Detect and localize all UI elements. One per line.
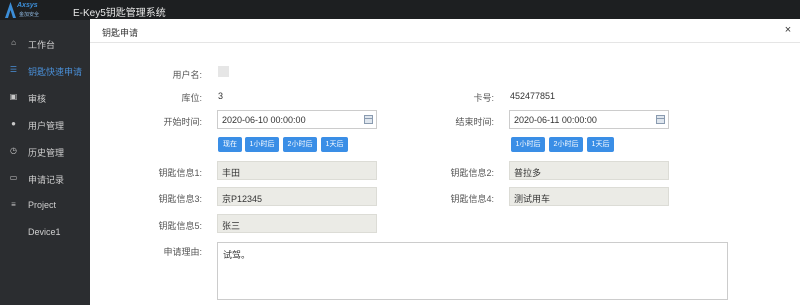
dialog-title: 钥匙申请: [102, 28, 139, 38]
close-icon[interactable]: ×: [781, 23, 795, 37]
location-label: 库位:: [181, 93, 202, 103]
menu-icon: ≡: [11, 200, 16, 209]
end-time-label: 结束时间:: [455, 117, 494, 127]
key-info-4-field: 测试用车: [509, 187, 669, 206]
key-apply-dialog: 钥匙申请 × 用户名: 库位: 3 卡号: 452477851 开始时间: 20…: [90, 19, 800, 305]
reason-textarea[interactable]: 试驾。: [217, 242, 728, 300]
sidebar-item-audit[interactable]: ▣ 审核: [0, 84, 90, 110]
location-value: 3: [218, 91, 224, 101]
record-icon: ▭: [9, 173, 18, 182]
key-info-3-value: 京P12345: [222, 194, 263, 204]
end-time-value: 2020-06-11 00:00:00: [514, 115, 597, 125]
key-info-5-value: 张三: [222, 221, 241, 231]
logo-icon: [5, 2, 16, 18]
key-info-4-label: 钥匙信息4:: [450, 194, 494, 204]
end-one-hour-later-button[interactable]: 1小时后: [511, 137, 545, 152]
end-one-day-later-button[interactable]: 1天后: [587, 137, 614, 152]
key-info-1-label: 钥匙信息1:: [158, 168, 202, 178]
one-hour-later-button[interactable]: 1小时后: [245, 137, 279, 152]
key-info-5-field: 张三: [217, 214, 377, 233]
sidebar-item-label: Project: [28, 200, 57, 210]
calendar-icon[interactable]: [364, 115, 373, 124]
sidebar-item-workbench[interactable]: ⌂ 工作台: [0, 30, 90, 56]
calendar-icon[interactable]: [656, 115, 665, 124]
sidebar-item-records[interactable]: ▭ 申请记录: [0, 165, 90, 191]
list-icon: ☰: [9, 65, 18, 74]
key-info-2-field: 普拉多: [509, 161, 669, 180]
username-label: 用户名:: [172, 70, 202, 80]
end-time-input[interactable]: 2020-06-11 00:00:00: [509, 110, 669, 129]
sidebar-item-label: Device1: [28, 227, 61, 237]
two-hours-later-button[interactable]: 2小时后: [283, 137, 317, 152]
start-time-value: 2020-06-10 00:00:00: [222, 115, 306, 125]
sidebar-item-label: 申请记录: [28, 175, 65, 185]
sidebar-item-users[interactable]: ● 用户管理: [0, 111, 90, 137]
sidebar-item-label: 钥匙快速申请: [28, 67, 83, 77]
reason-label: 申请理由:: [163, 247, 202, 257]
sidebar-item-label: 审核: [28, 94, 47, 104]
users-icon: ●: [11, 119, 16, 128]
sidebar-item-history[interactable]: ◷ 历史管理: [0, 138, 90, 164]
app-title: E-Key5钥匙管理系统: [73, 8, 166, 19]
logo-subtext: 金加安全: [19, 12, 40, 18]
key-info-3-field: 京P12345: [217, 187, 377, 206]
history-icon: ◷: [10, 146, 17, 155]
logo: Axsys 金加安全: [5, 1, 45, 19]
card-value: 452477851: [510, 91, 556, 101]
dialog-header: 钥匙申请 ×: [90, 19, 800, 43]
key-info-4-value: 测试用车: [514, 194, 551, 204]
key-info-3-label: 钥匙信息3:: [158, 194, 202, 204]
logo-text: Axsys: [17, 2, 38, 9]
key-info-5-label: 钥匙信息5:: [158, 221, 202, 231]
home-icon: ⌂: [11, 38, 16, 47]
username-value: [218, 66, 229, 77]
sidebar-item-device1[interactable]: Device1: [0, 219, 90, 245]
sidebar-item-label: 历史管理: [28, 148, 65, 158]
start-time-input[interactable]: 2020-06-10 00:00:00: [217, 110, 377, 129]
sidebar-item-project[interactable]: ≡ Project: [0, 192, 90, 218]
top-bar: Axsys 金加安全 E-Key5钥匙管理系统: [0, 0, 800, 20]
audit-icon: ▣: [9, 92, 18, 101]
key-info-2-label: 钥匙信息2:: [450, 168, 494, 178]
card-label: 卡号:: [473, 93, 494, 103]
sidebar: ⌂ 工作台 ☰ 钥匙快速申请 ▣ 审核 ● 用户管理 ◷ 历史管理 ▭ 申请记录…: [0, 20, 90, 305]
reason-value: 试驾。: [223, 250, 251, 260]
start-time-label: 开始时间:: [163, 117, 202, 127]
sidebar-item-label: 工作台: [28, 40, 56, 50]
one-day-later-button[interactable]: 1天后: [321, 137, 348, 152]
key-info-2-value: 普拉多: [514, 168, 542, 178]
now-button[interactable]: 现在: [218, 137, 242, 152]
key-info-1-value: 丰田: [222, 168, 241, 178]
sidebar-item-quick-apply[interactable]: ☰ 钥匙快速申请: [0, 57, 90, 83]
end-two-hours-later-button[interactable]: 2小时后: [549, 137, 583, 152]
key-info-1-field: 丰田: [217, 161, 377, 180]
sidebar-item-label: 用户管理: [28, 121, 65, 131]
